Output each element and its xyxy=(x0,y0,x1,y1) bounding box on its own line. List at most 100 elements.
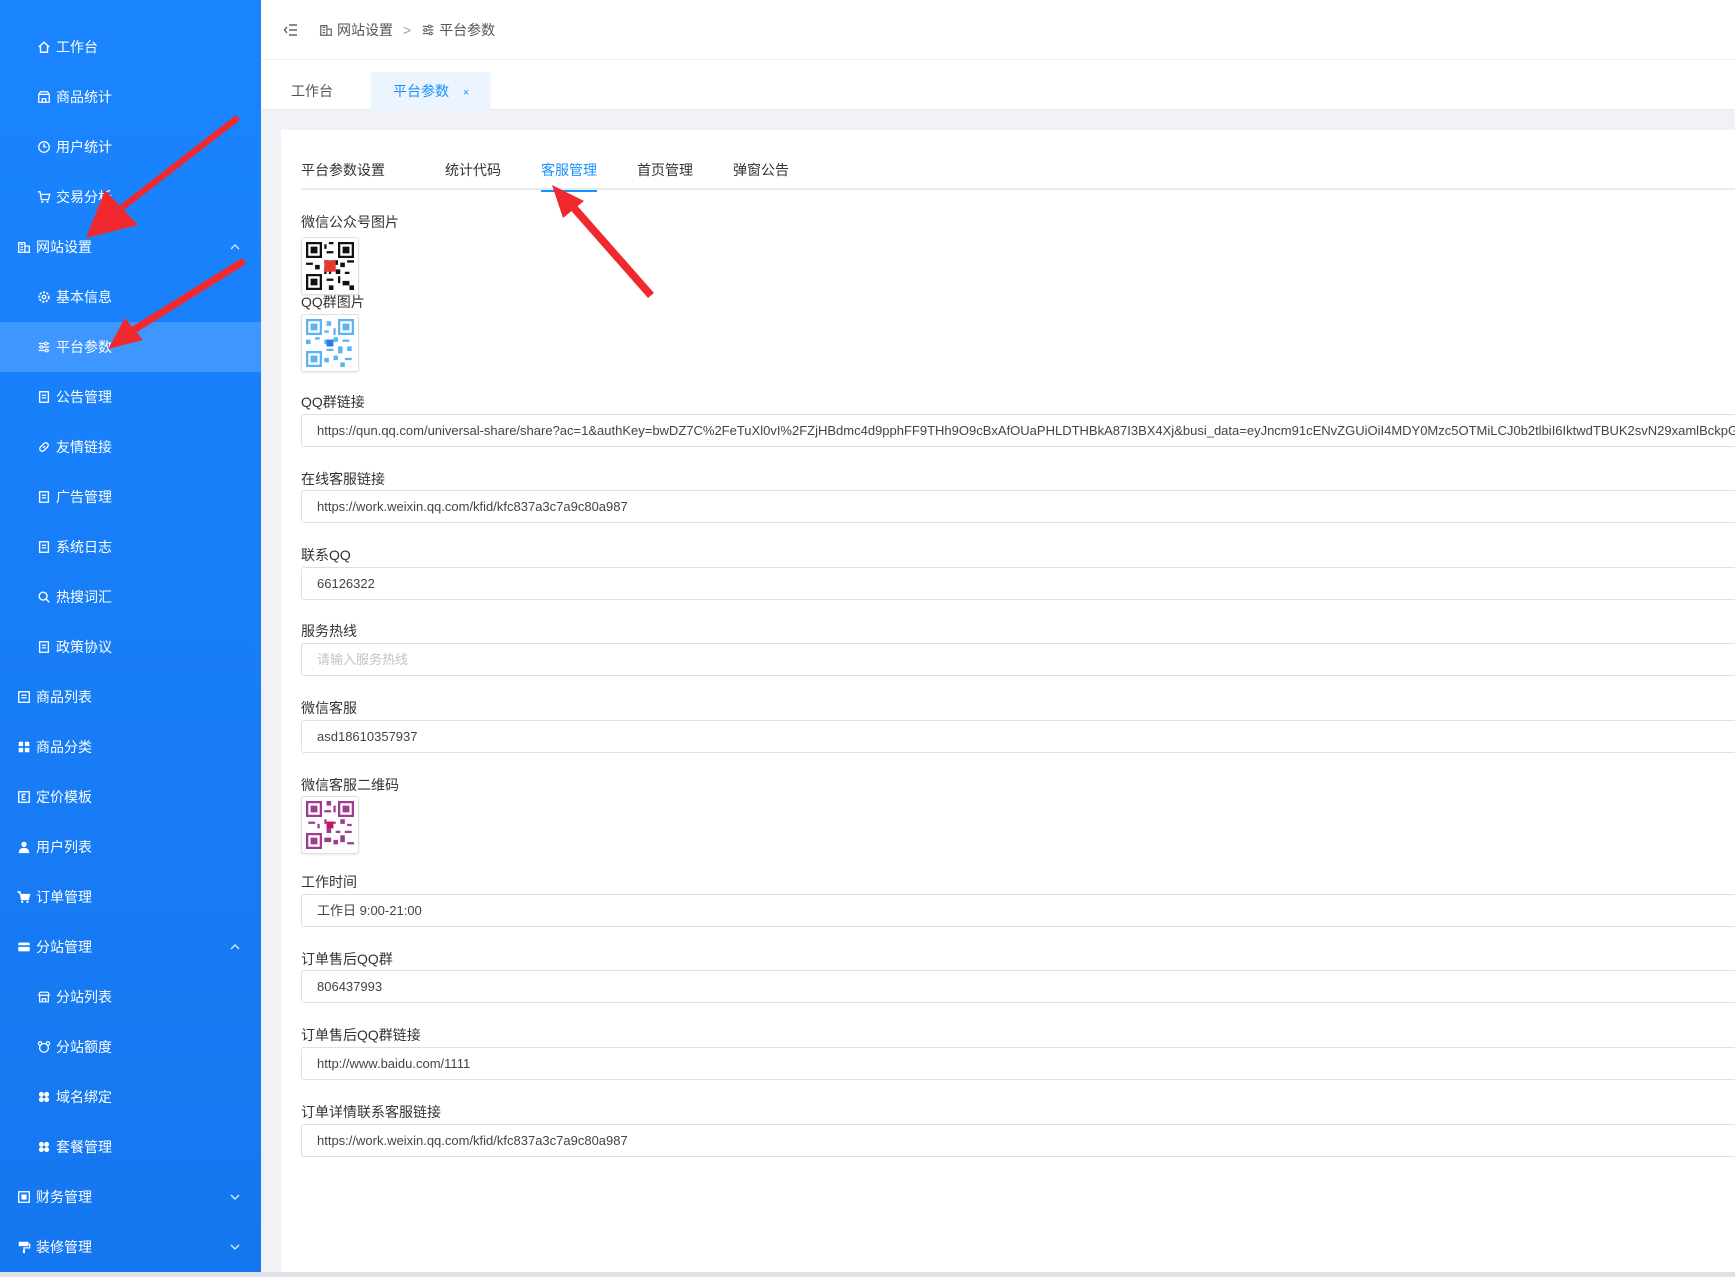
sidebar-item-label: 装修管理 xyxy=(36,1239,92,1255)
sidebar-item-announcements[interactable]: 公告管理 xyxy=(0,372,261,422)
tab-home-management[interactable]: 首页管理 xyxy=(637,150,693,190)
tab-stats-code[interactable]: 统计代码 xyxy=(445,150,501,190)
sidebar-item-policy[interactable]: 政策协议 xyxy=(0,622,261,672)
sidebar-item-basic-info[interactable]: 基本信息 xyxy=(0,272,261,322)
sidebar-item-hot-search[interactable]: 热搜词汇 xyxy=(0,572,261,622)
sidebar-item-label: 平台参数 xyxy=(56,339,112,355)
sidebar-item-finance[interactable]: 财务管理 xyxy=(0,1172,261,1222)
hotline-input[interactable]: 请输入服务热线 xyxy=(301,643,1735,676)
chevron-down-icon xyxy=(230,1194,240,1200)
building-icon xyxy=(16,239,32,255)
clover-icon xyxy=(36,1139,52,1155)
qr-code-icon xyxy=(306,801,354,849)
doc-icon xyxy=(36,539,52,555)
sidebar-item-user-list[interactable]: 用户列表 xyxy=(0,822,261,872)
doc-icon xyxy=(36,389,52,405)
sidebar-item-product-stats[interactable]: 商品统计 xyxy=(0,72,261,122)
contact-qq-input[interactable]: 66126322 xyxy=(301,567,1735,600)
menu-collapse-icon[interactable] xyxy=(283,22,299,38)
tab-customer-service[interactable]: 客服管理 xyxy=(541,150,597,192)
building-icon xyxy=(319,24,333,36)
contact-qq-label: 联系QQ xyxy=(301,547,351,563)
finance-icon xyxy=(16,1189,32,1205)
breadcrumb-separator: > xyxy=(403,21,412,38)
sidebar-item-product-list[interactable]: 商品列表 xyxy=(0,672,261,722)
wechat-service-input[interactable]: asd18610357937 xyxy=(301,720,1735,753)
breadcrumb: 网站设置 > 平台参数 xyxy=(319,20,495,40)
cart-icon xyxy=(16,889,32,905)
sidebar-item-label: 政策协议 xyxy=(56,639,112,655)
sidebar-item-workbench[interactable]: 工作台 xyxy=(0,22,261,72)
card-icon xyxy=(16,939,32,955)
sidebar-item-user-stats[interactable]: 用户统计 xyxy=(0,122,261,172)
sidebar-item-label: 公告管理 xyxy=(56,389,112,405)
qr-code-icon xyxy=(306,242,354,290)
sidebar-item-label: 用户列表 xyxy=(36,839,92,855)
aftersale-link-input[interactable]: http://www.baidu.com/1111 xyxy=(301,1047,1735,1080)
sidebar-item-label: 网站设置 xyxy=(36,239,92,255)
work-time-input[interactable]: 工作日 9:00-21:00 xyxy=(301,894,1735,927)
sidebar-item-label: 分站管理 xyxy=(36,939,92,955)
sidebar-item-orders[interactable]: 订单管理 xyxy=(0,872,261,922)
main-card: 平台参数设置 统计代码 客服管理 首页管理 弹窗公告 微信公众号图片 QQ群图片… xyxy=(281,130,1735,1277)
sidebar-item-label: 交易分析 xyxy=(56,189,112,205)
sidebar-item-label: 商品分类 xyxy=(36,739,92,755)
online-service-input[interactable]: https://work.weixin.qq.com/kfid/kfc837a3… xyxy=(301,490,1735,523)
store-icon xyxy=(36,989,52,1005)
chevron-up-icon xyxy=(230,944,240,950)
qq-qr-upload[interactable] xyxy=(301,314,359,372)
wechat-img-label: 微信公众号图片 xyxy=(301,214,399,230)
order-detail-label: 订单详情联系客服链接 xyxy=(301,1104,441,1120)
clock-icon xyxy=(36,139,52,155)
chevron-up-icon xyxy=(230,244,240,250)
work-time-label: 工作时间 xyxy=(301,874,357,890)
cart-icon xyxy=(36,189,52,205)
sidebar-item-label: 域名绑定 xyxy=(56,1089,112,1105)
sidebar-item-pricing-template[interactable]: 定价模板 xyxy=(0,772,261,822)
clover-icon xyxy=(36,1089,52,1105)
breadcrumb-level2: 平台参数 xyxy=(439,21,496,38)
sidebar-item-domain-binding[interactable]: 域名绑定 xyxy=(0,1072,261,1122)
close-icon[interactable]: × xyxy=(463,87,469,99)
wechat-qr-upload[interactable] xyxy=(301,237,359,295)
sidebar: 工作台 商品统计 用户统计 交易分析 网站设置 基本信息 平台参数 公告管理 友… xyxy=(0,0,261,1272)
sidebar-item-friend-links[interactable]: 友情链接 xyxy=(0,422,261,472)
search-icon xyxy=(36,589,52,605)
paint-icon xyxy=(16,1239,32,1255)
doc-icon xyxy=(36,489,52,505)
sidebar-item-ads[interactable]: 广告管理 xyxy=(0,472,261,522)
order-detail-input[interactable]: https://work.weixin.qq.com/kfid/kfc837a3… xyxy=(301,1124,1735,1157)
tab-popup-notice[interactable]: 弹窗公告 xyxy=(733,150,789,190)
aftersale-qq-input[interactable]: 806437993 xyxy=(301,970,1735,1003)
breadcrumb-level1[interactable]: 网站设置 xyxy=(337,20,393,40)
link-icon xyxy=(36,439,52,455)
tab-platform-settings[interactable]: 平台参数设置 xyxy=(301,150,385,190)
sidebar-item-site-settings[interactable]: 网站设置 xyxy=(0,222,261,272)
wechat-service-qr-upload[interactable] xyxy=(301,796,359,854)
page-tab-label: 平台参数 xyxy=(393,83,449,99)
sidebar-item-label: 商品列表 xyxy=(36,689,92,705)
qq-group-link-input[interactable]: https://qun.qq.com/universal-share/share… xyxy=(301,414,1735,447)
sidebar-item-substation-list[interactable]: 分站列表 xyxy=(0,972,261,1022)
sidebar-item-platform-params[interactable]: 平台参数 xyxy=(0,322,261,372)
page-tab-platform-params[interactable]: 平台参数 × xyxy=(371,72,492,110)
sidebar-item-label: 用户统计 xyxy=(56,139,112,155)
sidebar-item-label: 商品统计 xyxy=(56,89,112,105)
chevron-down-icon xyxy=(230,1244,240,1250)
sidebar-item-label: 定价模板 xyxy=(36,789,92,805)
sidebar-item-label: 系统日志 xyxy=(56,539,112,555)
online-service-label: 在线客服链接 xyxy=(301,471,385,487)
sidebar-item-substation[interactable]: 分站管理 xyxy=(0,922,261,972)
sidebar-item-product-category[interactable]: 商品分类 xyxy=(0,722,261,772)
sidebar-item-substation-quota[interactable]: 分站额度 xyxy=(0,1022,261,1072)
aftersale-link-label: 订单售后QQ群链接 xyxy=(301,1027,421,1043)
sidebar-item-decoration[interactable]: 装修管理 xyxy=(0,1222,261,1272)
sidebar-item-label: 套餐管理 xyxy=(56,1139,112,1155)
sidebar-item-system-log[interactable]: 系统日志 xyxy=(0,522,261,572)
sidebar-item-trade-analysis[interactable]: 交易分析 xyxy=(0,172,261,222)
user-icon xyxy=(16,839,32,855)
page-tab-workbench[interactable]: 工作台 xyxy=(269,72,355,110)
settings-tabs: 平台参数设置 统计代码 客服管理 首页管理 弹窗公告 xyxy=(301,150,1735,192)
shop-icon xyxy=(36,89,52,105)
sidebar-item-packages[interactable]: 套餐管理 xyxy=(0,1122,261,1172)
